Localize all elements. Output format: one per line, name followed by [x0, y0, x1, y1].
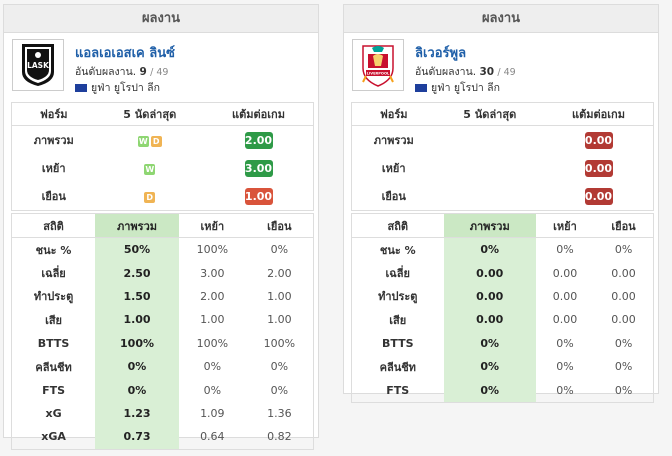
- team-logo: LIVERPOOL: [352, 39, 404, 91]
- stats-row: FTS 0% 0% 0%: [12, 378, 314, 402]
- team-panel-home: ผลงาน LASK แอลเอเอสเค ลินซ์ อันดับผลงาน.…: [3, 4, 319, 450]
- league-label: ยูฟ่า ยูโรปา ลีก: [415, 79, 500, 96]
- rank-text: อันดับผลงาน. 9 / 49: [75, 66, 169, 78]
- form-row: ภาพรวม 0.00: [373, 131, 613, 149]
- form-row: เหย้า W 3.00: [41, 159, 273, 177]
- ppg-pill: 1.00: [244, 187, 273, 205]
- stats-row: xG 1.23 1.09 1.36: [12, 401, 314, 426]
- team-name-link[interactable]: แอลเอเอสเค ลินซ์: [75, 42, 175, 63]
- stats-row: ทำประตู 0.00 0.00 0.00: [352, 284, 654, 309]
- team-info: LASK แอลเอเอสเค ลินซ์ อันดับผลงาน. 9 / 4…: [4, 33, 318, 95]
- stats-row: ทำประตู 1.50 2.00 1.00: [12, 284, 314, 309]
- stats-row: เสีย 0.00 0.00 0.00: [352, 308, 654, 332]
- form-row: เหย้า 0.00: [381, 159, 613, 177]
- ppg-pill: 0.00: [584, 159, 613, 177]
- svg-text:LASK: LASK: [27, 61, 50, 70]
- stats-table: สถิติ ภาพรวม เหย้า เยือน ชนะ % 50% 100% 0% …: [11, 213, 314, 450]
- stats-row: BTTS 0% 0% 0%: [352, 331, 654, 355]
- form-table: ฟอร์ม 5 นัดล่าสุด แต้มต่อเกม ภาพรวม WD 2…: [11, 102, 314, 211]
- stats-table: สถิติ ภาพรวม เหย้า เยือน ชนะ % 0% 0% 0% เฉล…: [351, 213, 654, 403]
- team-logo: LASK: [12, 39, 64, 91]
- stats-row: ชนะ % 0% 0% 0%: [352, 237, 654, 262]
- form-row: เยือน 0.00: [381, 187, 613, 205]
- form-row: ภาพรวม WD 2.00: [33, 131, 273, 149]
- panel-header: ผลงาน: [4, 5, 318, 33]
- stats-row: xGA 0.73 0.64 0.82: [12, 425, 314, 450]
- ppg-pill: 2.00: [244, 131, 273, 149]
- ppg-pill: 0.00: [584, 187, 613, 205]
- eu-flag-icon: [75, 83, 87, 92]
- stats-row: BTTS 100% 100% 100%: [12, 331, 314, 355]
- stats-row: เสีย 1.00 1.00 1.00: [12, 308, 314, 332]
- svg-text:LIVERPOOL: LIVERPOOL: [367, 72, 390, 76]
- team-panel-away: ผลงาน LIVERPOOL ลิเวอร์พูล อันดับผลงาน. …: [343, 4, 659, 403]
- form-table: ฟอร์ม 5 นัดล่าสุด แต้มต่อเกม ภาพรวม 0.00…: [351, 102, 654, 211]
- team-name-link[interactable]: ลิเวอร์พูล: [415, 42, 466, 63]
- stats-row: คลีนชีท 0% 0% 0%: [12, 354, 314, 379]
- panel-header: ผลงาน: [344, 5, 658, 33]
- ppg-pill: 3.00: [244, 159, 273, 177]
- form-row: เยือน D 1.00: [41, 187, 273, 205]
- team-info: LIVERPOOL ลิเวอร์พูล อันดับผลงาน. 30 / 4…: [344, 33, 658, 95]
- eu-flag-icon: [415, 83, 427, 92]
- stats-row: เฉลี่ย 0.00 0.00 0.00: [352, 261, 654, 285]
- stats-row: ชนะ % 50% 100% 0%: [12, 237, 314, 262]
- win-badge: W: [144, 163, 156, 175]
- stats-row: คลีนชีท 0% 0% 0%: [352, 354, 654, 379]
- stats-row: เฉลี่ย 2.50 3.00 2.00: [12, 261, 314, 285]
- draw-badge: D: [144, 191, 156, 203]
- rank-text: อันดับผลงาน. 30 / 49: [415, 66, 516, 78]
- draw-badge: D: [150, 135, 162, 147]
- ppg-pill: 0.00: [584, 131, 613, 149]
- stats-row: FTS 0% 0% 0%: [352, 378, 654, 403]
- league-label: ยูฟ่า ยูโรปา ลีก: [75, 79, 160, 96]
- win-badge: W: [137, 135, 149, 147]
